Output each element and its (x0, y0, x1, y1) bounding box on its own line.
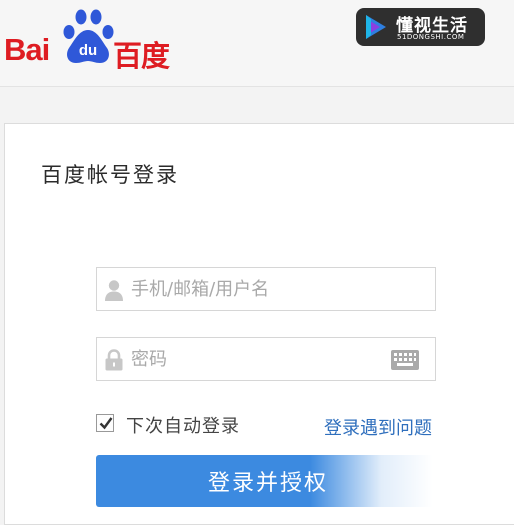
brand-domain: 51DONGSHI.COM (397, 33, 464, 41)
login-authorize-button[interactable]: 登录并授权 (96, 455, 440, 507)
remember-label: 下次自动登录 (126, 412, 240, 438)
username-field[interactable] (96, 267, 436, 311)
page-title: 百度帐号登录 (41, 159, 179, 189)
brand-watermark: 懂视生活 51DONGSHI.COM (356, 8, 485, 46)
password-input[interactable] (131, 338, 381, 380)
username-input[interactable] (131, 268, 381, 310)
checkmark-icon (98, 415, 114, 431)
login-panel: 百度帐号登录 (4, 123, 514, 525)
paw-icon: du (61, 8, 115, 70)
page-header: Bai du 百度 懂视生活 51DONGSHI.COM (0, 0, 514, 87)
paw-text: du (79, 42, 97, 59)
lock-icon (104, 349, 124, 371)
keyboard-icon[interactable] (391, 350, 419, 370)
login-help-link[interactable]: 登录遇到问题 (324, 414, 432, 440)
logo-latin-text: Bai (4, 32, 49, 68)
play-triangle-icon (362, 13, 390, 41)
logo-chinese-text: 百度 (113, 33, 169, 75)
baidu-logo[interactable]: Bai du 百度 (4, 8, 184, 70)
remember-checkbox[interactable] (96, 414, 114, 432)
password-field[interactable] (96, 337, 436, 381)
user-icon (104, 279, 124, 301)
